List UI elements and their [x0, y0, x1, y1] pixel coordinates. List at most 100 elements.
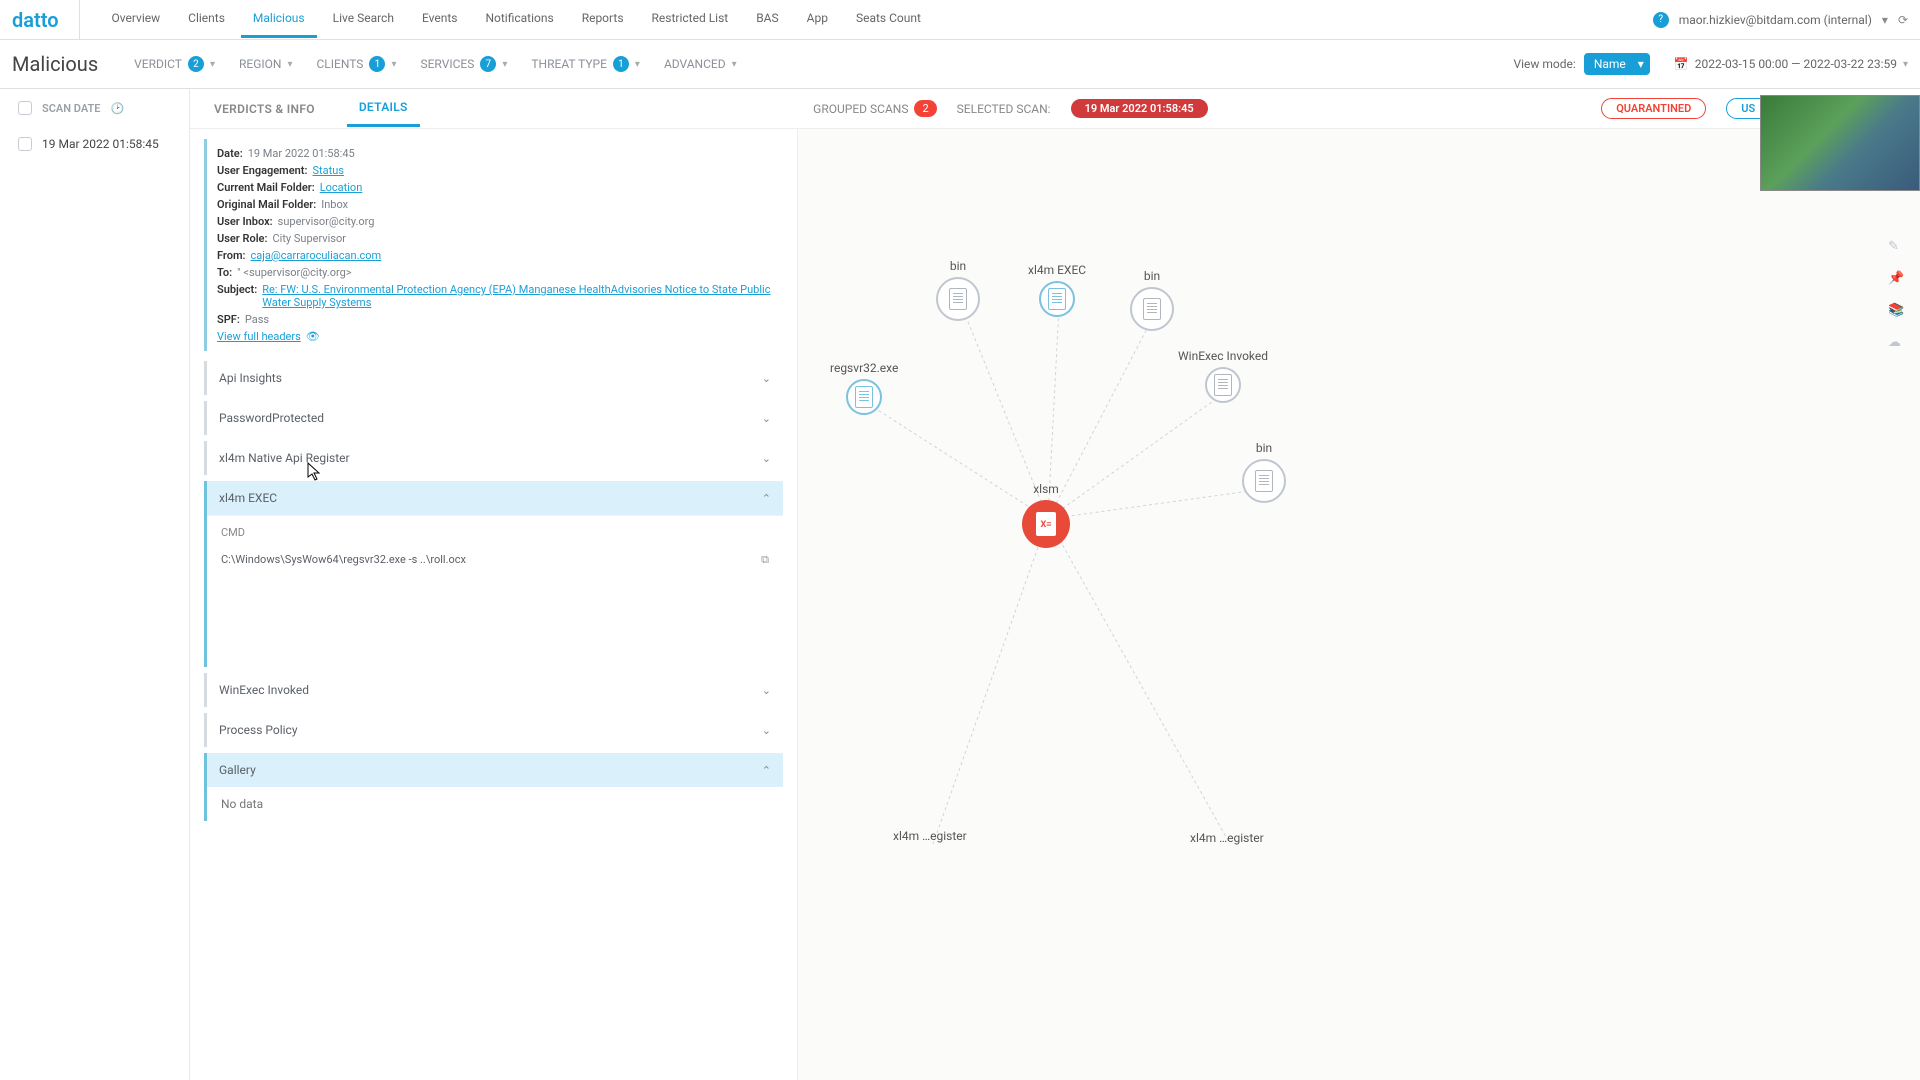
filter-services[interactable]: SERVICES7▾	[420, 56, 507, 72]
selected-scan-label: SELECTED SCAN:	[957, 102, 1051, 116]
file-icon	[1048, 288, 1066, 310]
refresh-icon[interactable]: ⟳	[1898, 13, 1908, 27]
filter-region[interactable]: REGION▾	[239, 57, 293, 71]
location-link[interactable]: Location	[320, 181, 363, 194]
grouped-count: 2	[914, 100, 936, 117]
filter-verdict[interactable]: VERDICT2▾	[134, 56, 215, 72]
nav-seats[interactable]: Seats Count	[844, 1, 933, 38]
nav-events[interactable]: Events	[410, 1, 470, 38]
filter-bar: Malicious VERDICT2▾ REGION▾ CLIENTS1▾ SE…	[0, 40, 1920, 88]
nav-bas[interactable]: BAS	[744, 1, 790, 38]
graph-panel[interactable]: bin xl4m EXEC bin WinExec Invoked regsvr…	[798, 129, 1920, 1080]
accordion-header[interactable]: WinExec Invoked⌄	[207, 673, 783, 707]
nav-notifications[interactable]: Notifications	[473, 1, 565, 38]
top-right: ? maor.hizkiev@bitdam.com (internal) ▾ ⟳	[1653, 12, 1908, 28]
file-icon	[1214, 374, 1232, 396]
accordion-gallery: Gallery⌃ No data	[204, 753, 783, 821]
chevron-down-icon[interactable]: ▾	[1882, 13, 1888, 27]
accordion-xl4m-exec: xl4m EXEC⌃ CMD C:\Windows\SysWow64\regsv…	[204, 481, 783, 667]
viewmode-label: View mode:	[1513, 57, 1575, 71]
date-range-value: 2022-03-15 00:00 — 2022-03-22 23:59	[1695, 57, 1897, 71]
clock-icon: 🕑	[110, 102, 124, 115]
accordion-process-policy: Process Policy⌄	[204, 713, 783, 747]
accordion-header[interactable]: Api Insights⌄	[207, 361, 783, 395]
view-full-headers[interactable]: View full headers	[217, 330, 301, 343]
nav-reports[interactable]: Reports	[570, 1, 636, 38]
accordion-header[interactable]: Process Policy⌄	[207, 713, 783, 747]
layers-icon[interactable]: 📚	[1888, 303, 1906, 321]
user-email[interactable]: maor.hizkiev@bitdam.com (internal)	[1679, 13, 1872, 27]
details-panel[interactable]: Date:19 Mar 2022 01:58:45 User Engagemen…	[190, 129, 798, 1080]
nav-restricted[interactable]: Restricted List	[640, 1, 741, 38]
accordion-password-protected: PasswordProtected⌄	[204, 401, 783, 435]
edit-icon[interactable]: ✎	[1888, 239, 1906, 257]
subject-link[interactable]: Re: FW: U.S. Environmental Protection Ag…	[262, 283, 773, 309]
status-quarantined: QUARANTINED	[1601, 98, 1706, 119]
accordion-header[interactable]: xl4m Native Api Register⌄	[207, 441, 783, 475]
cmd-label: CMD	[221, 526, 769, 539]
eye-icon: 👁	[306, 330, 320, 343]
nav-app[interactable]: App	[795, 1, 840, 38]
chevron-down-icon: ▾	[635, 59, 640, 70]
chevron-down-icon: ⌄	[762, 372, 771, 385]
accordion-api-insights: Api Insights⌄	[204, 361, 783, 395]
brand-logo: datto	[12, 0, 80, 40]
nav-clients[interactable]: Clients	[176, 1, 237, 38]
status-link[interactable]: Status	[313, 164, 344, 177]
chevron-down-icon: ▾	[1903, 59, 1908, 70]
content-header: VERDICTS & INFO DETAILS GROUPED SCANS 2 …	[190, 89, 1920, 129]
graph-node-bin[interactable]: bin	[1130, 269, 1174, 331]
chevron-down-icon: ▾	[732, 59, 737, 70]
date-range[interactable]: 📅 2022-03-15 00:00 — 2022-03-22 23:59 ▾	[1674, 57, 1908, 71]
chevron-down-icon: ⌄	[762, 684, 771, 697]
from-link[interactable]: caja@carraroculiacan.com	[251, 249, 382, 262]
chevron-down-icon: ▾	[502, 59, 507, 70]
chevron-down-icon: ⌄	[762, 412, 771, 425]
scan-row[interactable]: 19 Mar 2022 01:58:45	[0, 127, 189, 161]
nav-live-search[interactable]: Live Search	[321, 1, 406, 38]
tab-verdicts[interactable]: VERDICTS & INFO	[202, 92, 327, 126]
chevron-down-icon: ⌄	[762, 452, 771, 465]
filter-clients[interactable]: CLIENTS1▾	[316, 56, 396, 72]
graph-node-bin[interactable]: bin	[936, 259, 980, 321]
chevron-down-icon: ⌄	[762, 724, 771, 737]
graph-node-regsvr[interactable]: regsvr32.exe	[830, 361, 898, 415]
accordion-header[interactable]: PasswordProtected⌄	[207, 401, 783, 435]
top-nav: Overview Clients Malicious Live Search E…	[100, 1, 1653, 38]
view-mode: View mode: Name	[1513, 53, 1649, 75]
filter-advanced[interactable]: ADVANCED▾	[664, 57, 737, 71]
cloud-icon[interactable]: ☁	[1888, 335, 1906, 353]
select-all-checkbox[interactable]	[18, 101, 32, 115]
pin-icon[interactable]: 📌	[1888, 271, 1906, 289]
top-bar: datto Overview Clients Malicious Live Se…	[0, 0, 1920, 40]
scan-row-checkbox[interactable]	[18, 137, 32, 151]
graph-node-xlsm[interactable]: xlsm X≡	[1022, 482, 1070, 548]
graph-node-bin[interactable]: bin	[1242, 441, 1286, 503]
help-icon[interactable]: ?	[1653, 12, 1669, 28]
content-panel: VERDICTS & INFO DETAILS GROUPED SCANS 2 …	[190, 89, 1920, 1080]
graph-node-register[interactable]: xl4m …egister	[893, 829, 967, 843]
accordion-native-api-register: xl4m Native Api Register⌄	[204, 441, 783, 475]
file-icon	[1255, 470, 1273, 492]
tab-details[interactable]: DETAILS	[347, 90, 420, 127]
chevron-down-icon: ▾	[210, 59, 215, 70]
nav-malicious[interactable]: Malicious	[241, 1, 317, 38]
scan-sidebar: SCAN DATE 🕑 19 Mar 2022 01:58:45	[0, 89, 190, 1080]
graph-node-winexec[interactable]: WinExec Invoked	[1178, 349, 1268, 403]
graph-node-register[interactable]: xl4m …egister	[1190, 831, 1264, 845]
accordion-header[interactable]: Gallery⌃	[207, 753, 783, 787]
filter-threat-type[interactable]: THREAT TYPE1▾	[531, 56, 640, 72]
cmd-row: C:\Windows\SysWow64\regsvr32.exe -s ..\r…	[221, 553, 769, 567]
copy-icon[interactable]: ⧉	[761, 553, 769, 567]
scan-row-date: 19 Mar 2022 01:58:45	[42, 137, 159, 151]
webcam-overlay	[1760, 95, 1920, 191]
selected-scan-date: 19 Mar 2022 01:58:45	[1071, 99, 1208, 118]
nav-overview[interactable]: Overview	[100, 1, 173, 38]
graph-node-xl4m-exec[interactable]: xl4m EXEC	[1028, 263, 1086, 317]
calendar-icon: 📅	[1674, 57, 1689, 71]
viewmode-select[interactable]: Name	[1584, 53, 1650, 75]
graph-toolbar: ✎ 📌 📚 ☁	[1888, 239, 1906, 353]
grouped-scans: GROUPED SCANS 2	[813, 100, 936, 117]
accordion-body: CMD C:\Windows\SysWow64\regsvr32.exe -s …	[207, 515, 783, 667]
accordion-header[interactable]: xl4m EXEC⌃	[207, 481, 783, 515]
